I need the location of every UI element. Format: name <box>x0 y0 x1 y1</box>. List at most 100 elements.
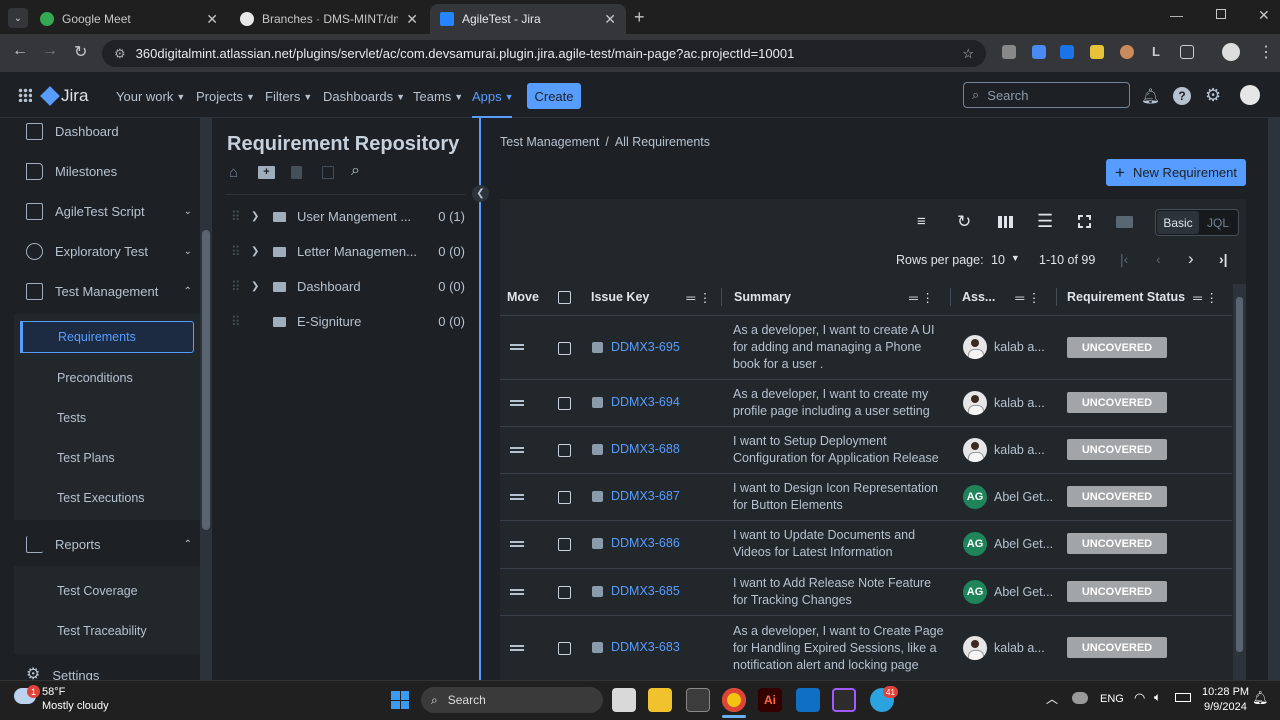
columns-icon[interactable] <box>998 216 1013 228</box>
sidebar-item-agiletest-script[interactable]: AgileTest Script ⌄ <box>0 191 200 231</box>
next-page-icon[interactable]: › <box>1188 249 1194 269</box>
issue-key-link[interactable]: DDMX3-687 <box>611 489 680 503</box>
tab-search-icon[interactable]: ⌄ <box>8 8 28 28</box>
menu-dashboards[interactable]: Dashboards ▼ <box>323 89 405 104</box>
folder-row[interactable]: ⠿ ❯ Letter Managemen... 0 (0) <box>225 234 465 269</box>
sidebar-subitem-tests[interactable]: Tests <box>20 401 194 435</box>
close-icon[interactable]: ✕ <box>406 11 418 28</box>
sidebar-subitem-test-traceability[interactable]: Test Traceability <box>20 614 194 648</box>
column-menu-icon[interactable]: ═ ⋮ <box>1015 290 1040 305</box>
windows-start-icon[interactable] <box>391 691 409 709</box>
chevron-right-icon[interactable]: ❯ <box>251 211 273 222</box>
delete-icon[interactable] <box>291 166 302 179</box>
settings-gear-icon[interactable]: ⚙ <box>1205 85 1221 106</box>
chevron-right-icon[interactable]: ❯ <box>251 246 273 257</box>
user-avatar[interactable] <box>1240 85 1260 105</box>
issue-key-link[interactable]: DDMX3-688 <box>611 442 680 456</box>
basic-mode-button[interactable]: Basic <box>1157 211 1199 234</box>
menu-projects[interactable]: Projects ▼ <box>196 89 255 104</box>
row-checkbox[interactable] <box>558 397 571 410</box>
column-divider[interactable] <box>721 288 722 306</box>
clock-date[interactable]: 9/9/2024 <box>1204 701 1247 713</box>
minimize-icon[interactable]: — <box>1170 8 1183 23</box>
drag-handle-icon[interactable]: ⠿ <box>231 244 251 260</box>
profile-avatar[interactable] <box>1222 43 1240 61</box>
panel-resize-handle[interactable] <box>479 118 481 680</box>
table-row[interactable]: DDMX3-687 I want to Design Icon Represen… <box>500 473 1232 520</box>
issue-key-link[interactable]: DDMX3-686 <box>611 536 680 550</box>
language-indicator[interactable]: ENG <box>1100 693 1124 705</box>
file-explorer-icon[interactable] <box>612 688 636 712</box>
menu-filters[interactable]: Filters ▼ <box>265 89 312 104</box>
extension-icon[interactable] <box>1002 45 1016 59</box>
sidebar-item-reports[interactable]: Reports ⌃ <box>0 524 200 564</box>
site-info-icon[interactable]: ⚙ <box>114 46 126 62</box>
drag-handle-icon[interactable] <box>510 589 524 595</box>
extension-icon[interactable] <box>1090 45 1104 59</box>
help-icon[interactable]: ? <box>1173 87 1191 105</box>
issue-key-link[interactable]: DDMX3-694 <box>611 395 680 409</box>
clock-time[interactable]: 10:28 PM <box>1202 686 1249 698</box>
table-row[interactable]: DDMX3-685 I want to Add Release Note Fea… <box>500 568 1232 615</box>
refresh-icon[interactable]: ↻ <box>957 212 971 232</box>
tab-github[interactable]: Branches · DMS-MINT/dms-lett ✕ <box>230 4 428 34</box>
rows-per-page-select[interactable]: 10 ▼ <box>991 253 1020 267</box>
table-row[interactable]: DDMX3-695 As a developer, I want to crea… <box>500 315 1232 379</box>
menu-your-work[interactable]: Your work ▼ <box>116 89 185 104</box>
move-to-folder-icon[interactable] <box>1116 216 1133 228</box>
column-menu-icon[interactable]: ═ ⋮ <box>686 290 711 305</box>
table-row[interactable]: DDMX3-683 As a developer, I want to Crea… <box>500 615 1232 680</box>
back-icon[interactable]: ← <box>12 42 28 60</box>
column-menu-icon[interactable]: ═ ⋮ <box>1193 290 1218 305</box>
column-header-issue-key[interactable]: Issue Key ═ ⋮ <box>591 283 711 311</box>
filter-icon[interactable]: ≡ <box>917 213 926 230</box>
menu-teams[interactable]: Teams ▼ <box>413 89 463 104</box>
prev-page-icon[interactable]: ‹ <box>1156 251 1161 267</box>
address-bar[interactable]: ⚙ 360digitalmint.atlassian.net/plugins/s… <box>102 40 986 67</box>
volume-icon[interactable]: 🔈︎ <box>1154 690 1161 705</box>
illustrator-icon[interactable]: Ai <box>758 688 782 712</box>
drag-handle-icon[interactable] <box>510 344 524 350</box>
wifi-icon[interactable]: ◠ <box>1134 690 1145 706</box>
bookmark-star-icon[interactable]: ☆ <box>962 46 974 62</box>
folder-row[interactable]: ⠿ ❯ User Mangement ... 0 (1) <box>225 199 465 234</box>
folder-icon[interactable] <box>648 688 672 712</box>
drag-handle-icon[interactable]: ⠿ <box>231 314 251 330</box>
figma-icon[interactable] <box>832 688 856 712</box>
table-row[interactable]: DDMX3-686 I want to Update Documents and… <box>500 520 1232 568</box>
search-icon[interactable]: ⌕ <box>351 162 360 180</box>
reload-icon[interactable]: ↻ <box>74 42 87 62</box>
sidebar-item-milestones[interactable]: Milestones <box>0 151 200 191</box>
column-menu-icon[interactable]: ═ ⋮ <box>909 290 934 305</box>
close-icon[interactable]: ✕ <box>604 11 616 28</box>
tab-google-meet[interactable]: Google Meet ✕ <box>30 4 228 34</box>
extension-icon[interactable] <box>1060 45 1074 59</box>
row-checkbox[interactable] <box>558 538 571 551</box>
table-scrollbar-thumb[interactable] <box>1236 297 1243 652</box>
drag-handle-icon[interactable] <box>510 541 524 547</box>
copy-icon[interactable] <box>322 166 334 179</box>
cloud-status-icon[interactable] <box>1072 692 1088 704</box>
drag-handle-icon[interactable] <box>510 400 524 406</box>
terminal-icon[interactable] <box>686 688 710 712</box>
forward-icon[interactable]: → <box>42 42 58 60</box>
app-switcher-icon[interactable] <box>18 88 32 102</box>
more-menu-icon[interactable]: ⋮ <box>1258 42 1274 62</box>
folder-row[interactable]: ⠿ E-Signiture 0 (0) <box>225 304 465 339</box>
drag-handle-icon[interactable]: ⠿ <box>231 209 251 225</box>
tab-agiletest-jira[interactable]: AgileTest - Jira ✕ <box>430 4 626 34</box>
sidebar-subitem-requirements[interactable]: Requirements <box>20 321 194 353</box>
drag-handle-icon[interactable] <box>510 447 524 453</box>
window-close-icon[interactable]: ✕ <box>1258 7 1270 24</box>
sidebar-item-dashboard[interactable]: Dashboard <box>0 111 200 151</box>
extension-icon[interactable] <box>1120 45 1134 59</box>
row-checkbox[interactable] <box>558 491 571 504</box>
chevron-right-icon[interactable]: ❯ <box>251 281 273 292</box>
issue-key-link[interactable]: DDMX3-683 <box>611 640 680 654</box>
column-header-summary[interactable]: Summary ═ ⋮ <box>734 283 934 311</box>
notification-bell-icon[interactable]: 🔔︎ <box>1252 690 1269 706</box>
breadcrumb-item[interactable]: All Requirements <box>615 135 710 149</box>
issue-key-link[interactable]: DDMX3-695 <box>611 340 680 354</box>
new-folder-icon[interactable]: + <box>258 166 275 179</box>
row-checkbox[interactable] <box>558 642 571 655</box>
